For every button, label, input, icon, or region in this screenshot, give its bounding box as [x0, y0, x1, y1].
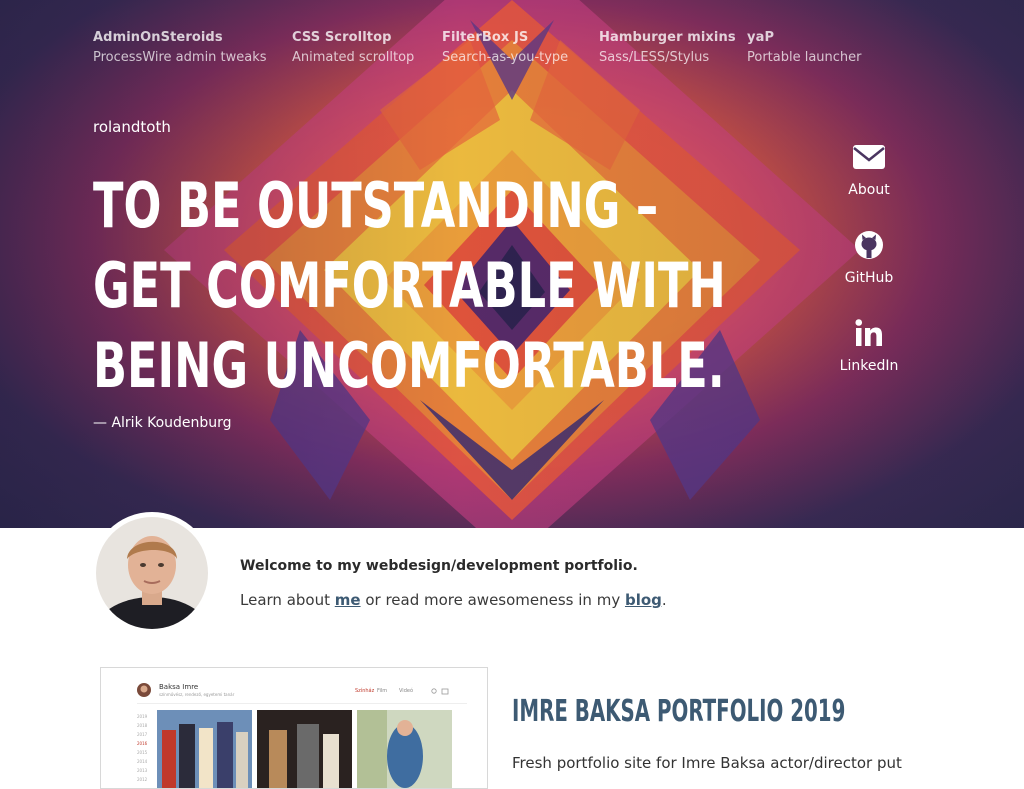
project-link-title: yaP	[747, 30, 775, 45]
project-link-hamburger-mixins[interactable]: Hamburger mixins Sass/LESS/Stylus	[599, 30, 736, 65]
preview-name: Baksa Imre	[159, 683, 199, 691]
preview-thumbnails	[157, 710, 452, 788]
preview-subtitle: színművész, rendező, egyetemi tanár	[159, 692, 235, 697]
project-link-subtitle: Portable launcher	[747, 50, 862, 65]
project-link-filterbox-js[interactable]: FilterBox JS Search-as-you-type	[442, 30, 568, 65]
intro-learn-middle: or read more awesomeness in my	[360, 591, 625, 609]
side-nav-label: About	[848, 182, 890, 198]
project-screenshot[interactable]: Baksa Imre színművész, rendező, egyetemi…	[100, 667, 488, 789]
welcome-text: Welcome to my webdesign/development port…	[240, 558, 638, 574]
hero-quote-author: — Alrik Koudenburg	[93, 415, 232, 431]
project-link-adminonsteroids[interactable]: AdminOnSteroids ProcessWire admin tweaks	[93, 30, 267, 65]
project-link-title: AdminOnSteroids	[93, 30, 223, 45]
preview-year: 2017	[137, 732, 148, 737]
preview-year: 2015	[137, 750, 148, 755]
side-nav-label: LinkedIn	[839, 358, 899, 374]
site-brand-link[interactable]: rolandtoth	[93, 118, 171, 136]
project-link-yap[interactable]: yaP Portable launcher	[747, 30, 862, 65]
author-photo	[96, 517, 208, 629]
blog-link[interactable]: blog	[625, 591, 662, 609]
envelope-icon	[853, 145, 885, 169]
intro-learn-suffix: .	[661, 591, 667, 609]
project-link-subtitle: Animated scrolltop	[292, 50, 415, 65]
project-link-subtitle: ProcessWire admin tweaks	[93, 50, 267, 65]
side-nav-label: GitHub	[844, 270, 894, 286]
about-me-link[interactable]: me	[335, 591, 361, 609]
project-links-bar: AdminOnSteroids ProcessWire admin tweaks…	[0, 30, 1024, 70]
preview-year: 2019	[137, 714, 148, 719]
project-link-css-scrolltop[interactable]: CSS Scrolltop Animated scrolltop	[292, 30, 414, 65]
preview-year: 2016	[137, 741, 148, 746]
project-title: Imre Baksa Portfolio 2019	[512, 694, 846, 729]
side-nav-linkedin[interactable]: LinkedIn	[828, 316, 910, 404]
side-nav: About GitHub LinkedIn	[828, 140, 910, 404]
project-link-subtitle: Sass/LESS/Stylus	[599, 50, 710, 65]
preview-avatar	[137, 683, 151, 697]
intro-learn-text: Learn about me or read more awesomeness …	[240, 591, 667, 609]
project-description: Fresh portfolio site for Imre Baksa acto…	[512, 754, 902, 772]
github-icon	[855, 231, 883, 259]
intro-learn-prefix: Learn about	[240, 591, 335, 609]
project-link-title: Hamburger mixins	[599, 30, 736, 45]
preview-nav-item: Film	[377, 688, 388, 694]
author-avatar	[91, 512, 213, 634]
project-link-subtitle: Search-as-you-type	[442, 50, 569, 65]
hero-quote: To be outstanding – get comfortable with…	[93, 169, 726, 402]
preview-header-icons	[431, 688, 449, 695]
preview-year: 2018	[137, 723, 148, 728]
project-link-title: FilterBox JS	[442, 30, 529, 45]
preview-year: 2014	[137, 759, 148, 764]
side-nav-github[interactable]: GitHub	[828, 228, 910, 316]
preview-year: 2013	[137, 768, 148, 773]
preview-nav-item: Színház	[355, 688, 375, 694]
preview-nav-item: Videó	[399, 688, 414, 694]
project-link-title: CSS Scrolltop	[292, 30, 392, 45]
linkedin-icon	[855, 319, 882, 346]
preview-year: 2012	[137, 777, 148, 782]
preview-years: 2019 2018 2017 2016 2015 2014 2013 2012	[137, 712, 147, 784]
hero-banner: AdminOnSteroids ProcessWire admin tweaks…	[0, 0, 1024, 528]
side-nav-about[interactable]: About	[828, 140, 910, 228]
